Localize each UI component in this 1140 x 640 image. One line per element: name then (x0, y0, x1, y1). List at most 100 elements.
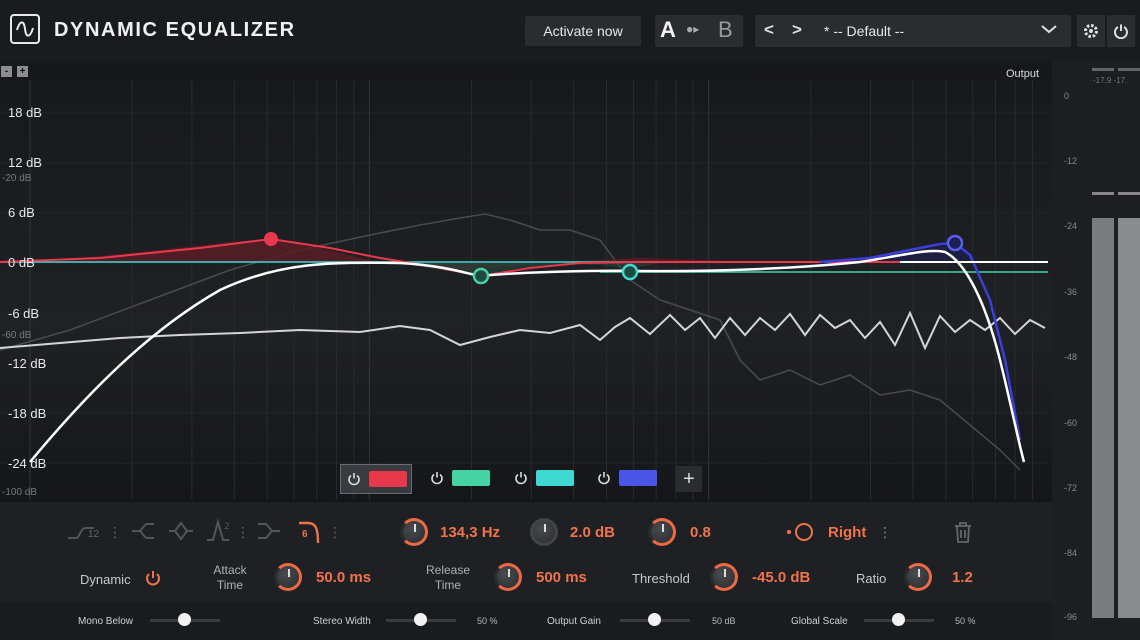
output-gain-value: 50 dB (712, 616, 736, 626)
ratio-value[interactable]: 1.2 (952, 569, 973, 586)
high-cut-icon[interactable] (256, 520, 282, 547)
chevron-down-icon[interactable] (1040, 22, 1058, 39)
frequency-knob[interactable] (400, 518, 428, 546)
more-icon[interactable]: ⋮ (108, 524, 122, 541)
meter-bar-left (1092, 218, 1114, 618)
attack-label: Attack Time (213, 563, 247, 592)
order-value: 6 (302, 529, 308, 540)
power-icon[interactable] (512, 469, 530, 487)
release-value[interactable]: 500 ms (536, 569, 587, 586)
ratio-label: Ratio (856, 571, 887, 586)
band-tab-2[interactable] (428, 464, 490, 492)
global-scale-value: 50 % (955, 616, 976, 626)
bell-icon[interactable] (167, 520, 195, 547)
output-gain-label: Output Gain (547, 616, 601, 627)
high-shelf-icon[interactable] (296, 519, 322, 550)
attack-knob[interactable] (274, 563, 302, 591)
meter-scale: 0 (1064, 91, 1070, 101)
band-selector (340, 464, 704, 494)
meter-scale: -72 (1064, 483, 1078, 493)
ab-copy-icon[interactable]: ●▸ (686, 22, 699, 36)
meter-scale: -12 (1064, 156, 1078, 166)
threshold-knob[interactable] (710, 563, 738, 591)
band-swatch[interactable] (452, 470, 490, 486)
db-label: 12 dB (8, 155, 42, 170)
app-title: DYNAMIC EQUALIZER (54, 19, 296, 41)
gain-knob[interactable] (530, 518, 558, 546)
gain-value[interactable]: 2.0 dB (570, 524, 615, 541)
threshold-label: Threshold (632, 571, 690, 586)
next-preset-button[interactable]: > (792, 20, 802, 40)
meter-bar-right (1118, 218, 1140, 618)
logo-icon (10, 14, 40, 44)
dynamic-power-icon[interactable] (144, 569, 162, 592)
q-knob[interactable] (648, 518, 676, 546)
db-label: -24 dB (8, 456, 47, 471)
band-swatch[interactable] (619, 470, 657, 486)
frequency-value[interactable]: 134,3 Hz (440, 524, 500, 541)
output-label: Output (1006, 68, 1040, 80)
gear-icon[interactable] (1077, 15, 1105, 47)
band-tab-3[interactable] (512, 464, 574, 492)
threshold-value[interactable]: -45.0 dB (752, 569, 810, 586)
global-scale-label: Global Scale (791, 616, 848, 627)
db-label: -18 dB (8, 406, 47, 421)
eq-graph[interactable] (0, 62, 1052, 502)
preset-name[interactable]: * -- Default -- (824, 23, 904, 39)
meter-scale: -24 (1064, 221, 1078, 231)
more-icon[interactable]: ⋮ (236, 524, 250, 541)
stereo-width-value: 50 % (477, 616, 498, 626)
dynamic-label: Dynamic (80, 572, 131, 587)
band-tab-4[interactable] (595, 464, 657, 492)
zoom-in-button[interactable]: + (17, 66, 28, 77)
channel-icon[interactable] (786, 521, 820, 548)
zoom-out-button[interactable]: - (1, 66, 12, 77)
q-value[interactable]: 0.8 (690, 524, 711, 541)
meter-readout: -17.9 -17. (1093, 76, 1128, 85)
db-label: 18 dB (8, 105, 42, 120)
db-label: -12 dB (8, 356, 47, 371)
add-band-button[interactable]: + (676, 466, 702, 492)
meter-scale: -96 (1064, 612, 1078, 622)
more-icon[interactable]: ⋮ (328, 524, 342, 541)
slope-value: 12 (88, 529, 100, 540)
mono-below-thumb[interactable] (178, 613, 191, 626)
power-icon[interactable] (1107, 15, 1135, 47)
meter-peak-right (1118, 192, 1140, 195)
power-icon[interactable] (595, 469, 613, 487)
meter-scale: -60 (1064, 418, 1078, 428)
band-swatch[interactable] (536, 470, 574, 486)
more-icon[interactable]: ⋮ (878, 524, 892, 541)
low-cut-icon[interactable] (130, 520, 156, 547)
trash-icon[interactable] (952, 520, 974, 549)
release-knob[interactable] (494, 563, 522, 591)
activate-button[interactable]: Activate now (525, 16, 641, 46)
attack-value[interactable]: 50.0 ms (316, 569, 371, 586)
band-swatch[interactable] (369, 471, 407, 487)
db-small-label: -100 dB (2, 487, 38, 498)
output-gain-thumb[interactable] (648, 613, 661, 626)
preset-b-button[interactable]: B (718, 17, 733, 43)
global-scale-thumb[interactable] (892, 613, 905, 626)
preset-a-button[interactable]: A (660, 17, 676, 43)
channel-value[interactable]: Right (828, 524, 866, 541)
band1-node[interactable] (264, 232, 278, 246)
ratio-knob[interactable] (904, 563, 932, 591)
meter-scale: -84 (1064, 548, 1078, 558)
band4-node[interactable] (946, 234, 964, 252)
meter-scale: -36 (1064, 287, 1078, 297)
db-small-label: -60 dB (2, 330, 32, 341)
prev-preset-button[interactable]: < (764, 20, 774, 40)
band2-node[interactable] (472, 267, 490, 285)
stereo-width-thumb[interactable] (414, 613, 427, 626)
meter-peak-left (1092, 192, 1114, 195)
notch-icon[interactable]: 2 (205, 518, 235, 547)
power-icon[interactable] (345, 470, 363, 488)
preset-bar (755, 15, 1071, 47)
band3-node[interactable] (621, 263, 639, 281)
power-icon[interactable] (428, 469, 446, 487)
band-tab-1[interactable] (340, 464, 412, 494)
peak-hold-right (1118, 68, 1140, 71)
svg-text:2: 2 (224, 522, 230, 532)
release-label: Release Time (425, 563, 471, 592)
